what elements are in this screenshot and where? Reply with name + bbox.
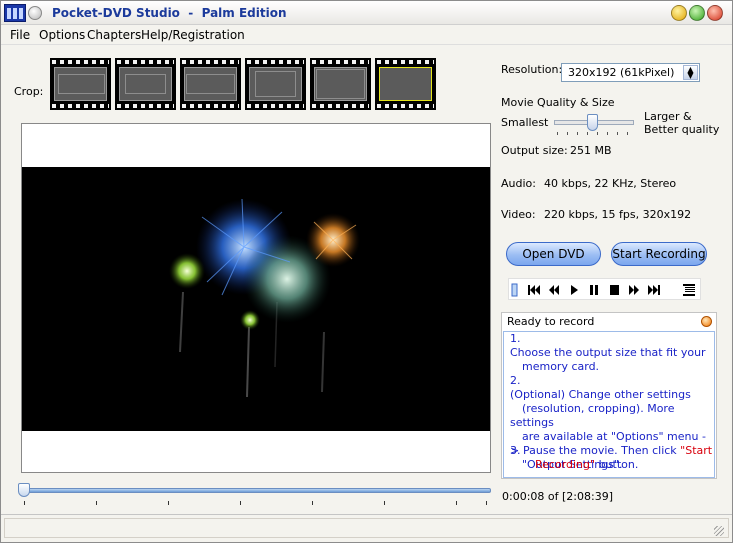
crop-thumbnail[interactable] <box>115 58 176 110</box>
minimize-button[interactable] <box>671 5 687 21</box>
playback-time: 0:00:08 of [2:08:39] <box>502 490 613 503</box>
seek-tick <box>486 501 487 505</box>
menu-help-registration[interactable]: Help/Registration <box>141 28 245 42</box>
fast-forward-icon[interactable] <box>625 281 643 299</box>
resolution-value: 320x192 (61kPixel) <box>568 66 675 79</box>
quality-min-label: Smallest <box>501 116 549 129</box>
seek-bar[interactable] <box>21 488 491 493</box>
resize-grip-icon[interactable] <box>714 526 724 536</box>
fireworks-image <box>169 198 360 398</box>
video-value: 220 kbps, 15 fps, 320x192 <box>544 208 692 221</box>
crop-thumbnail[interactable] <box>245 58 306 110</box>
player-controls <box>508 278 701 300</box>
resolution-select[interactable]: 320x192 (61kPixel) ▲ ▼ <box>561 63 700 82</box>
app-film-icon[interactable] <box>4 4 26 22</box>
seek-tick <box>384 501 385 505</box>
quality-tick <box>577 132 578 135</box>
quality-label: Movie Quality & Size <box>501 96 615 109</box>
play-icon[interactable] <box>565 281 583 299</box>
stop-icon[interactable] <box>605 281 623 299</box>
menu-options[interactable]: Options <box>39 28 85 42</box>
output-size-label: Output size: <box>501 144 568 157</box>
quality-max-label-line1: Larger & <box>644 110 692 123</box>
menu-chapters[interactable]: Chapters <box>87 28 141 42</box>
resolution-label: Resolution: <box>501 63 563 76</box>
quality-tick <box>617 132 618 135</box>
position-marker-icon[interactable] <box>510 281 520 299</box>
menu-file[interactable]: File <box>10 28 30 42</box>
seek-tick <box>240 501 241 505</box>
quality-slider-thumb[interactable] <box>587 114 598 131</box>
skip-to-end-icon[interactable] <box>645 281 663 299</box>
crop-thumbnail[interactable] <box>50 58 111 110</box>
quality-tick <box>627 132 628 135</box>
instruction-step-1: 1.Choose the output size that fit your me… <box>510 332 706 373</box>
seek-tick <box>24 501 25 505</box>
quality-tick <box>567 132 568 135</box>
quality-tick <box>557 132 558 135</box>
status-indicator-icon[interactable] <box>701 316 712 327</box>
quality-max-label-line2: Better quality <box>644 123 720 136</box>
skip-to-start-icon[interactable] <box>525 281 543 299</box>
pause-icon[interactable] <box>585 281 603 299</box>
audio-label: Audio: <box>501 177 536 190</box>
status-bar-pane <box>4 518 729 538</box>
open-dvd-button[interactable]: Open DVD <box>506 242 601 266</box>
close-button[interactable] <box>707 5 723 21</box>
system-menu-icon[interactable] <box>28 6 42 20</box>
status-bar <box>1 514 732 542</box>
audio-value: 40 kbps, 22 KHz, Stereo <box>544 177 677 190</box>
output-size-value: 251 MB <box>570 144 612 157</box>
menu-bar: File Options Chapters Help/Registration <box>1 25 732 45</box>
chapter-list-icon[interactable] <box>680 281 698 299</box>
video-frame <box>22 167 490 431</box>
chevron-up-down-icon[interactable]: ▲ ▼ <box>683 65 698 80</box>
crop-thumbnail[interactable] <box>310 58 371 110</box>
status-header: Ready to record <box>507 315 595 328</box>
crop-label: Crop: <box>14 85 44 98</box>
quality-tick <box>607 132 608 135</box>
video-label: Video: <box>501 208 536 221</box>
status-panel: Ready to record 1.Choose the output size… <box>501 312 717 479</box>
instruction-step-3: 3. Pause the movie. Then click "Start Reco… <box>510 444 713 471</box>
maximize-button[interactable] <box>689 5 705 21</box>
quality-tick <box>597 132 598 135</box>
seek-tick <box>312 501 313 505</box>
rewind-icon[interactable] <box>545 281 563 299</box>
video-preview[interactable] <box>21 123 491 473</box>
seek-bar-thumb[interactable] <box>18 483 30 497</box>
instructions-list: 1.Choose the output size that fit your me… <box>503 331 715 478</box>
start-recording-button[interactable]: Start Recording <box>611 242 707 266</box>
app-window: Pocket-DVD Studio - Palm Edition File Op… <box>0 0 733 543</box>
quality-tick <box>587 132 588 135</box>
seek-tick <box>96 501 97 505</box>
crop-thumbnail[interactable] <box>180 58 241 110</box>
window-title: Pocket-DVD Studio - Palm Edition <box>52 6 287 20</box>
seek-tick <box>168 501 169 505</box>
title-bar: Pocket-DVD Studio - Palm Edition <box>1 1 732 25</box>
seek-tick <box>456 501 457 505</box>
crop-thumbnail-selected[interactable] <box>375 58 436 110</box>
